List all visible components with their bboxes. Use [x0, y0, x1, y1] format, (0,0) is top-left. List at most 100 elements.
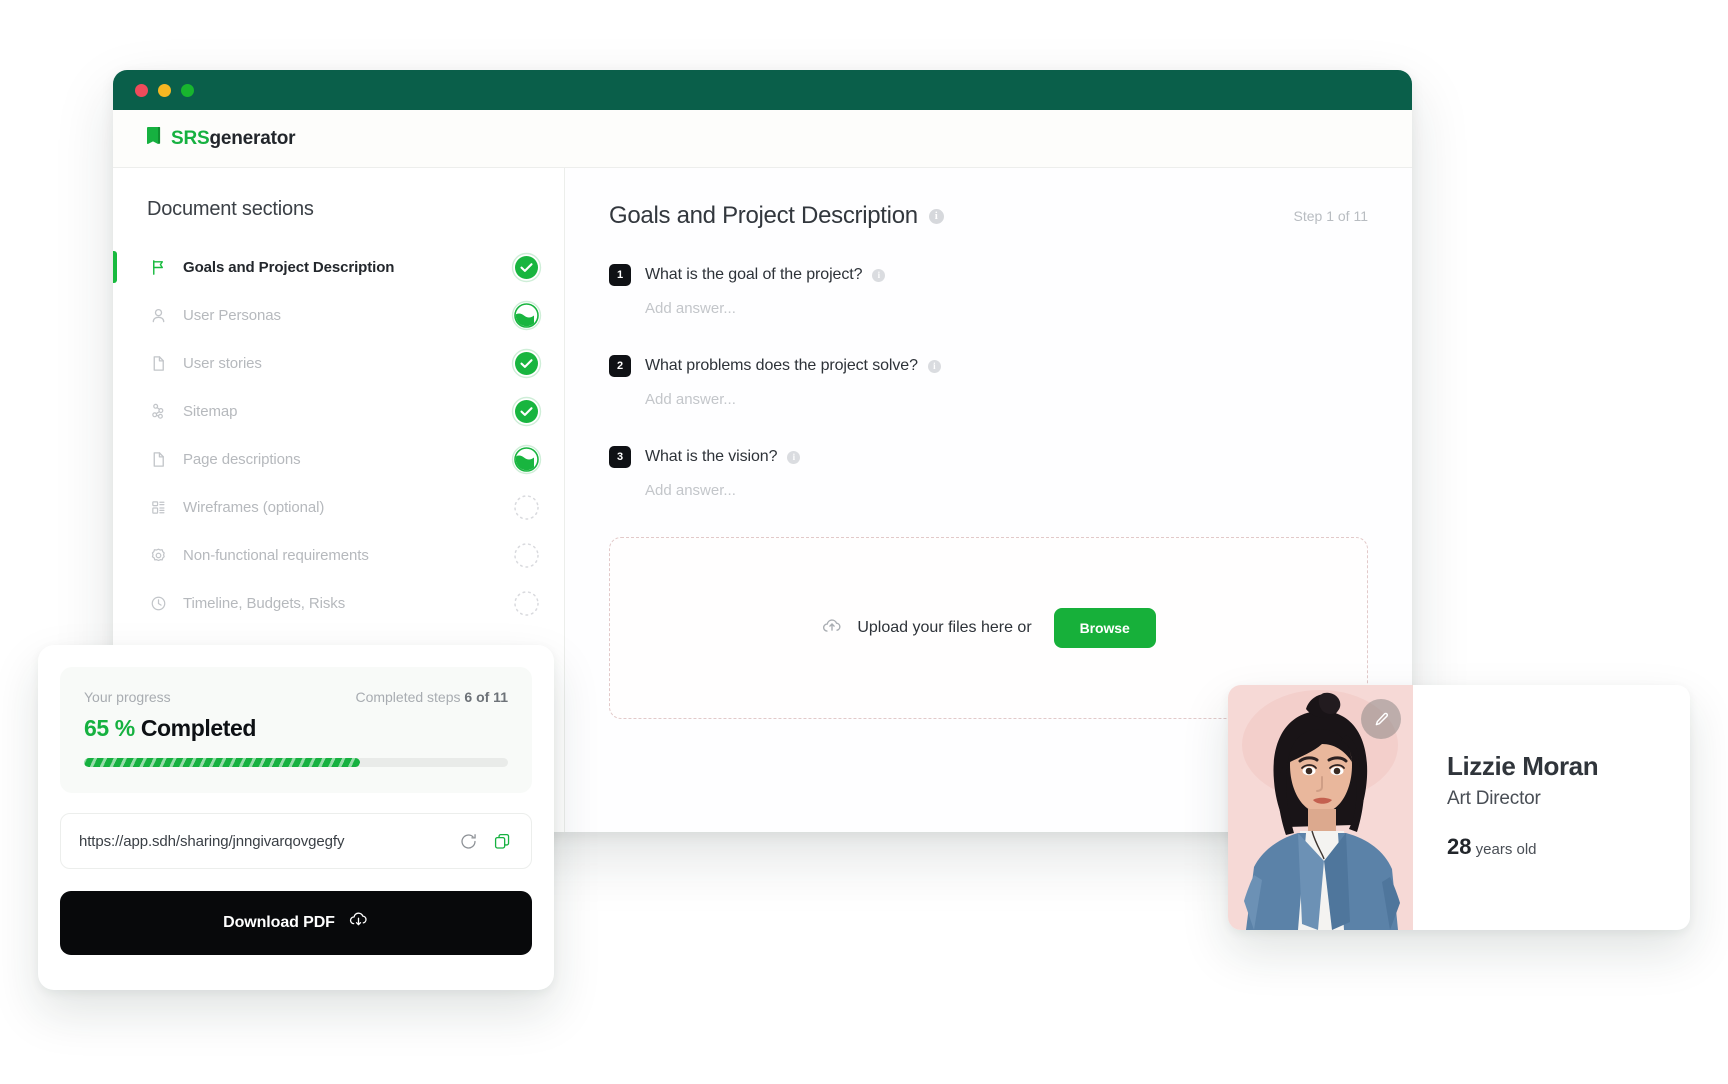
progress-summary: Your progress Completed steps 6 of 11 65… [60, 667, 532, 793]
question-text: What is the goal of the project? [645, 266, 863, 283]
question-text: What is the vision? [645, 448, 778, 465]
sitemap-icon [147, 400, 169, 422]
active-indicator [113, 347, 117, 379]
active-indicator [113, 539, 117, 571]
wireframe-icon [147, 496, 169, 518]
progress-percent: 65 % [84, 715, 135, 741]
status-badge-partial [511, 300, 542, 331]
pencil-icon[interactable] [1361, 699, 1401, 739]
sidebar-item-non-functional-requirements[interactable]: Non-functional requirements [113, 531, 564, 579]
close-window-button[interactable] [135, 83, 148, 97]
status-badge-complete [511, 396, 542, 427]
progress-card: Your progress Completed steps 6 of 11 65… [38, 645, 554, 990]
main-header: Goals and Project Description i Step 1 o… [609, 202, 1368, 230]
user-icon [147, 304, 169, 326]
cloud-download-icon [348, 910, 369, 936]
share-url-value: https://app.sdh/sharing/jnngivarqovgegfy [79, 832, 345, 850]
question-text: What problems does the project solve? [645, 357, 918, 374]
persona-card: Lizzie Moran Art Director 28 years old [1228, 685, 1690, 930]
cloud-upload-icon [821, 615, 843, 642]
progress-percent-word: Completed [140, 715, 257, 741]
info-icon[interactable]: i [928, 208, 944, 224]
progress-headline: 65 % Completed [84, 715, 508, 742]
brand-suffix: generator [209, 127, 296, 149]
answer-input[interactable]: Add answer... [645, 482, 1368, 499]
sidebar-item-label: Wireframes (optional) [183, 498, 325, 516]
info-icon[interactable]: i [927, 359, 941, 373]
answer-input[interactable]: Add answer... [645, 391, 1368, 408]
active-indicator [113, 299, 117, 331]
persona-age-suffix: years old [1475, 841, 1537, 858]
status-badge-empty [511, 588, 542, 619]
sidebar-item-label: User Personas [183, 306, 281, 324]
progress-label: Your progress [84, 689, 171, 705]
answer-input[interactable]: Add answer... [645, 300, 1368, 317]
app-header: SRSgenerator [113, 110, 1412, 168]
sidebar-item-wireframes-optional[interactable]: Wireframes (optional) [113, 483, 564, 531]
progress-bar-track [84, 758, 508, 767]
active-indicator [113, 491, 117, 523]
upload-content: Upload your files here or Browse [821, 608, 1156, 648]
active-indicator [113, 395, 117, 427]
question-row: 3 What is the vision? i [609, 446, 1368, 468]
info-icon[interactable]: i [872, 268, 886, 282]
active-indicator [113, 443, 117, 475]
status-badge-complete [511, 252, 542, 283]
question-list: 1 What is the goal of the project? i Add… [609, 264, 1368, 499]
status-badge-empty [511, 540, 542, 571]
status-badge-partial [511, 444, 542, 475]
sidebar-item-label: Sitemap [183, 402, 238, 420]
sidebar-item-goals-and-project-description[interactable]: Goals and Project Description [113, 243, 564, 291]
persona-age: 28 years old [1447, 834, 1690, 860]
window-titlebar [113, 70, 1412, 110]
progress-header: Your progress Completed steps 6 of 11 [84, 689, 508, 705]
question-item: 2 What problems does the project solve? … [609, 355, 1368, 408]
browse-button[interactable]: Browse [1053, 608, 1156, 648]
minimize-window-button[interactable] [158, 83, 171, 97]
download-pdf-button[interactable]: Download PDF [60, 891, 532, 955]
active-indicator [113, 587, 117, 619]
question-number: 1 [609, 264, 631, 286]
step-indicator: Step 1 of 11 [1293, 208, 1368, 224]
refresh-icon[interactable] [457, 830, 479, 852]
sidebar-item-label: Timeline, Budgets, Risks [183, 594, 346, 612]
screenshot-root: SRSgenerator Document sections Goals and… [0, 0, 1728, 1084]
persona-details: Lizzie Moran Art Director 28 years old [1413, 685, 1690, 930]
sidebar-title: Document sections [147, 198, 314, 220]
question-item: 3 What is the vision? i Add answer... [609, 446, 1368, 499]
persona-age-number: 28 [1447, 834, 1472, 859]
download-pdf-label: Download PDF [223, 914, 335, 931]
sidebar-item-label: Non-functional requirements [183, 546, 369, 564]
sidebar-item-user-personas[interactable]: User Personas [113, 291, 564, 339]
status-badge-empty [511, 492, 542, 523]
completed-steps-value: 6 of 11 [464, 689, 508, 705]
sidebar-item-user-stories[interactable]: User stories [113, 339, 564, 387]
copy-icon[interactable] [491, 830, 513, 852]
persona-role: Art Director [1447, 788, 1541, 809]
persona-name: Lizzie Moran [1447, 751, 1599, 781]
sidebar-item-label: Page descriptions [183, 450, 301, 468]
info-icon[interactable]: i [787, 450, 801, 464]
upload-label: Upload your files here or [857, 619, 1032, 636]
sidebar-item-label: Goals and Project Description [183, 258, 395, 276]
page-title: Goals and Project Description [609, 202, 918, 229]
file-icon [147, 352, 169, 374]
share-url-field[interactable]: https://app.sdh/sharing/jnngivarqovgegfy [60, 813, 532, 869]
question-row: 1 What is the goal of the project? i [609, 264, 1368, 286]
book-icon [145, 126, 161, 151]
persona-avatar [1228, 685, 1413, 930]
file-icon [147, 448, 169, 470]
brand-prefix: SRS [171, 127, 210, 149]
progress-bar-fill [84, 758, 360, 767]
question-row: 2 What problems does the project solve? … [609, 355, 1368, 377]
maximize-window-button[interactable] [181, 83, 194, 97]
completed-steps: Completed steps 6 of 11 [355, 689, 508, 705]
sidebar-item-page-descriptions[interactable]: Page descriptions [113, 435, 564, 483]
completed-steps-prefix: Completed steps [355, 689, 461, 705]
sidebar-item-timeline-budgets-risks[interactable]: Timeline, Budgets, Risks [113, 579, 564, 627]
clock-icon [147, 592, 169, 614]
brand-logo[interactable]: SRSgenerator [145, 126, 296, 151]
sidebar-item-sitemap[interactable]: Sitemap [113, 387, 564, 435]
active-indicator [113, 251, 117, 283]
gear-icon [147, 544, 169, 566]
